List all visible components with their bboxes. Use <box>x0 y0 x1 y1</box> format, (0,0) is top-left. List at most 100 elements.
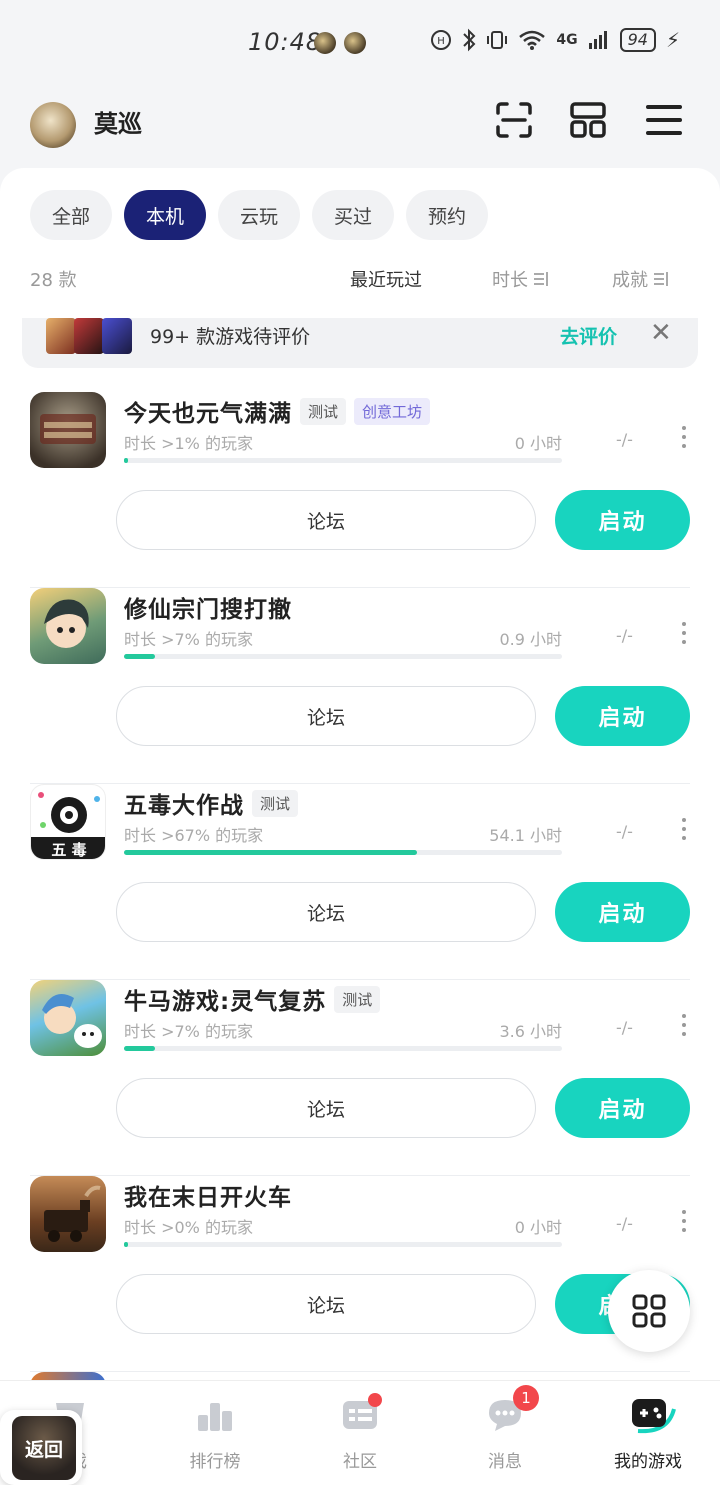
bluetooth-icon <box>463 28 476 52</box>
app-header: 莫巡 <box>0 84 720 170</box>
bottom-navigation: 游戏 排行榜 社区 1 消息 我的游戏 <box>0 1380 720 1485</box>
achievement-count: -/- <box>616 1018 633 1037</box>
sort-recent[interactable]: 最近玩过 <box>350 266 422 292</box>
notification-dot <box>368 1393 382 1407</box>
svg-text:H: H <box>438 36 446 47</box>
launch-button[interactable]: 启动 <box>555 1078 690 1138</box>
close-icon[interactable]: ✕ <box>650 318 672 348</box>
tab-local[interactable]: 本机 <box>124 190 206 240</box>
tab-purchased[interactable]: 买过 <box>312 190 394 240</box>
launch-button[interactable]: 启动 <box>555 490 690 550</box>
notification-avatar-icon <box>344 32 366 54</box>
svg-text:五 毒: 五 毒 <box>51 841 86 859</box>
launch-button[interactable]: 启动 <box>555 686 690 746</box>
playtime-hours: 54.1 小时 <box>489 826 562 845</box>
menu-icon[interactable] <box>644 100 684 140</box>
status-bar: 10:48 H 4G 94 ⚡ <box>0 0 720 84</box>
game-title-row: 修仙宗门搜打撤 <box>124 590 292 624</box>
game-icon[interactable] <box>30 980 106 1056</box>
game-title-row: 今天也元气满满 测试 创意工坊 <box>124 394 431 428</box>
forum-button[interactable]: 论坛 <box>116 490 536 550</box>
nav-my-games[interactable]: 我的游戏 <box>593 1395 703 1472</box>
user-name[interactable]: 莫巡 <box>94 104 142 139</box>
nav-messages[interactable]: 1 消息 <box>450 1385 560 1472</box>
more-options-icon[interactable] <box>680 426 688 448</box>
ranking-icon <box>195 1395 235 1435</box>
back-button-label: 返回 <box>12 1416 76 1480</box>
progress-fill <box>124 850 418 855</box>
playtime-progress <box>124 458 562 463</box>
playtime-percentile: 时长 >0% 的玩家 <box>124 1218 253 1237</box>
battery-indicator: 94 <box>619 28 656 52</box>
tab-reserved[interactable]: 预约 <box>406 190 488 240</box>
launch-button[interactable]: 启动 <box>555 882 690 942</box>
nav-community[interactable]: 社区 <box>305 1393 415 1472</box>
review-link[interactable]: 去评价 <box>560 322 617 349</box>
tab-cloud[interactable]: 云玩 <box>218 190 300 240</box>
game-title[interactable]: 五毒大作战 <box>124 786 244 820</box>
game-title[interactable]: 我在末日开火车 <box>124 1178 292 1212</box>
notification-avatar-icon <box>314 32 336 54</box>
tag-workshop: 创意工坊 <box>354 397 431 425</box>
playtime-progress <box>124 1046 562 1051</box>
back-button[interactable]: 返回 <box>0 1410 82 1485</box>
tag-test: 测试 <box>300 397 347 425</box>
game-icon[interactable] <box>30 1176 106 1252</box>
hd-voice-icon: H <box>431 30 452 50</box>
more-options-icon[interactable] <box>680 1014 688 1036</box>
sort-duration[interactable]: 时长 <box>492 266 548 292</box>
forum-button[interactable]: 论坛 <box>116 686 536 746</box>
banner-thumbnails <box>46 318 132 354</box>
game-title[interactable]: 修仙宗门搜打撤 <box>124 590 292 624</box>
playtime-progress <box>124 850 562 855</box>
vibrate-icon <box>487 31 508 49</box>
forum-button[interactable]: 论坛 <box>116 1274 536 1334</box>
game-count: 28 款 <box>30 270 77 291</box>
playtime-percentile: 时长 >1% 的玩家 <box>124 434 253 453</box>
tag-test: 测试 <box>252 789 299 817</box>
network-label: 4G <box>556 32 578 48</box>
quick-grid-button[interactable] <box>608 1270 690 1352</box>
more-options-icon[interactable] <box>680 622 688 644</box>
game-card: 牛马游戏:灵气复苏 测试 时长 >7% 的玩家 3.6 小时 -/- 论坛 启动 <box>30 980 690 1176</box>
game-title[interactable]: 牛马游戏:灵气复苏 <box>124 982 326 1016</box>
review-banner[interactable]: 99+ 款游戏待评价 去评价 ✕ <box>22 318 698 368</box>
sort-row: 28 款 最近玩过 时长 成就 <box>30 264 690 294</box>
sort-achievement[interactable]: 成就 <box>612 266 668 292</box>
user-avatar[interactable] <box>30 102 76 148</box>
game-title-row: 牛马游戏:灵气复苏 测试 <box>124 982 381 1016</box>
banner-text: 99+ 款游戏待评价 <box>150 326 311 348</box>
layout-grid-icon[interactable] <box>568 100 608 140</box>
achievement-count: -/- <box>616 822 633 841</box>
game-icon[interactable]: 五 毒 <box>30 784 106 860</box>
message-badge: 1 <box>513 1385 539 1411</box>
game-icon <box>30 1372 106 1380</box>
community-icon <box>340 1393 382 1435</box>
game-card: 我在末日开火车 时长 >0% 的玩家 0 小时 -/- 论坛 启动 <box>30 1176 690 1372</box>
forum-button[interactable]: 论坛 <box>116 1078 536 1138</box>
more-options-icon[interactable] <box>680 818 688 840</box>
game-icon[interactable] <box>30 588 106 664</box>
nav-label: 排行榜 <box>189 1452 241 1472</box>
playtime-percentile: 时长 >7% 的玩家 <box>124 1022 253 1041</box>
nav-ranking[interactable]: 排行榜 <box>160 1395 270 1472</box>
forum-button[interactable]: 论坛 <box>116 882 536 942</box>
tab-all[interactable]: 全部 <box>30 190 112 240</box>
playtime-hours: 0.9 小时 <box>499 630 562 649</box>
game-title-row: 我在末日开火车 <box>124 1178 292 1212</box>
playtime-hours: 3.6 小时 <box>499 1022 562 1041</box>
scan-icon[interactable] <box>494 100 534 140</box>
achievement-count: -/- <box>616 626 633 645</box>
more-options-icon[interactable] <box>680 1210 688 1232</box>
achievement-count: -/- <box>616 1214 633 1233</box>
playtime-percentile: 时长 >7% 的玩家 <box>124 630 253 649</box>
game-card: 五 毒 五毒大作战 测试 时长 >67% 的玩家 54.1 小时 -/- 论坛 … <box>30 784 690 980</box>
game-title[interactable]: 今天也元气满满 <box>124 394 292 428</box>
nav-label: 社区 <box>343 1452 377 1472</box>
game-thumbnail <box>46 318 76 354</box>
achievement-count: -/- <box>616 430 633 449</box>
nav-label: 我的游戏 <box>614 1452 682 1472</box>
game-library-panel: 全部 本机 云玩 买过 预约 28 款 最近玩过 时长 成就 99+ 款游戏待评… <box>0 168 720 1380</box>
game-icon[interactable] <box>30 392 106 468</box>
sort-achievement-label: 成就 <box>612 270 648 291</box>
